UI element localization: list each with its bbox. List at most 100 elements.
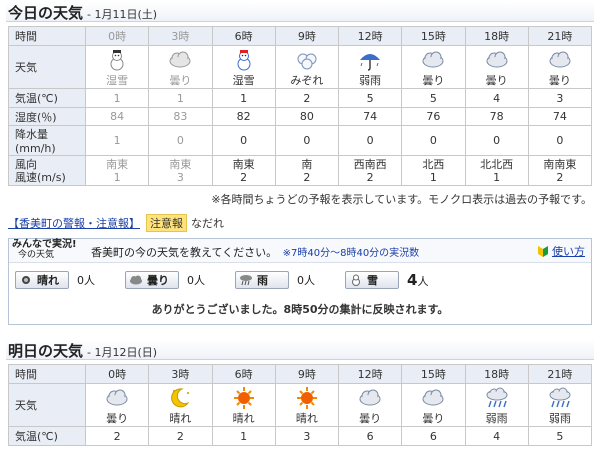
question-note: ※7時40分～8時40分の実況数 <box>282 248 420 259</box>
vote-count: 4人 <box>407 271 428 289</box>
weather-label-text: 弱雨 <box>359 74 382 87</box>
temp-cell: 1 <box>84 88 150 108</box>
thanks-message: ありがとうございました。8時50分の集計に反映されます。 <box>151 303 449 316</box>
hour-cell: 12時 <box>337 26 403 46</box>
wind-speed: 1 <box>429 170 437 184</box>
hour-cell: 21時 <box>527 364 593 384</box>
weather-label-text: 曇り <box>106 412 129 425</box>
rain-icon <box>240 275 252 286</box>
vote-group-rain: 雨 0人 <box>235 271 315 289</box>
howto-label: 使い方 <box>552 245 585 258</box>
minna-logo: みんなで実況! 今の天気 <box>12 240 77 261</box>
weather-label-text: 晴れ <box>232 412 255 425</box>
wind-speed: 1 <box>113 170 121 184</box>
vote-cloudy-button[interactable]: 曇り <box>125 271 179 289</box>
precip-label: 降水量(mm/h) <box>8 125 86 156</box>
vote-rain-button[interactable]: 雨 <box>235 271 289 289</box>
vote-unit: 人 <box>84 274 95 287</box>
temp-cell: 5 <box>337 88 403 108</box>
weather-cell: 弱雨 <box>464 383 529 427</box>
humidity-cell: 84 <box>84 107 150 126</box>
humidity-label: 湿度(％) <box>8 107 86 126</box>
wind-dir-label: 風向 <box>15 157 37 171</box>
wind-speed: 2 <box>240 170 248 184</box>
weather-label-text: 湿雪 <box>106 74 129 87</box>
vote-count: 0人 <box>77 272 95 288</box>
today-wind-row: 風向 風速(m/s) 南東 1 南東 3 南東 2 南2 西南西 2 北西 1 北北西 1 … <box>8 155 593 186</box>
rain-icon <box>549 387 571 408</box>
hour-cell: 18時 <box>464 364 529 384</box>
vote-label: 雪 <box>367 274 378 287</box>
weather-cell: 曇り <box>337 383 403 427</box>
tomorrow-header: 明日の天気 - 1月12日(日) <box>6 340 594 360</box>
precip-cell: 0 <box>464 125 529 156</box>
weather-label-text: 曇り <box>359 412 382 425</box>
wind-cell: 南東 3 <box>148 155 213 186</box>
hour-cell: 21時 <box>527 26 593 46</box>
wind-label: 風向 風速(m/s) <box>8 155 86 186</box>
vote-unit: 人 <box>417 275 429 288</box>
temp-cell: 6 <box>337 426 403 446</box>
cloudy-icon <box>422 51 444 68</box>
weather-label-text: 曇り <box>422 412 445 425</box>
wind-cell: 南東 1 <box>84 155 150 186</box>
moon-icon <box>171 388 190 408</box>
weather-cell: 弱雨 <box>527 383 593 427</box>
hour-cell: 12時 <box>337 364 403 384</box>
wind-dir: 北西 <box>422 157 445 171</box>
vote-row: 晴れ 0人 曇り 0人 雨 0人 雪 4人 <box>15 271 458 289</box>
today-temp-row: 気温(℃) 1 1 1 2 5 5 4 3 <box>8 88 593 108</box>
weather-cell: 曇り <box>84 383 150 427</box>
vote-count-value: 4 <box>407 271 418 289</box>
wind-speed: 3 <box>176 170 184 184</box>
hours-label: 時間 <box>8 26 86 46</box>
vote-count: 0人 <box>187 272 205 288</box>
precip-cell: 0 <box>148 125 213 156</box>
snowman-icon <box>352 274 360 286</box>
temp-cell: 2 <box>84 426 150 446</box>
wind-dir: 南 <box>301 157 313 171</box>
vote-sunny-button[interactable]: 晴れ <box>15 271 69 289</box>
report-header: みんなで実況! 今の天気 香美町の今の天気を教えてください。 ※7時40分～8時… <box>9 239 591 263</box>
wind-cell: 北西 1 <box>401 155 466 186</box>
temp-cell: 2 <box>148 426 213 446</box>
warning-item: なだれ <box>191 217 224 230</box>
hour-cell: 6時 <box>211 26 276 46</box>
warning-link[interactable]: 【香美町の警報・注意報】 <box>8 215 140 231</box>
temp-cell: 4 <box>464 88 529 108</box>
wind-cell: 西南西 2 <box>337 155 403 186</box>
howto-link[interactable]: 使い方 <box>537 243 585 259</box>
temp-cell: 1 <box>211 88 276 108</box>
cloudy-icon <box>486 51 508 68</box>
tomorrow-date: - 1月12日(日) <box>87 346 158 359</box>
weather-cell: 曇り <box>148 45 213 89</box>
wind-speed: 2 <box>303 170 311 184</box>
weather-label-text: みぞれ <box>290 74 324 87</box>
vote-group-snow: 雪 4人 <box>345 271 428 289</box>
weather-cell: 湿雪 <box>211 45 276 89</box>
minna-line2: 今の天気 <box>18 250 55 260</box>
humidity-cell: 76 <box>401 107 466 126</box>
report-panel: みんなで実況! 今の天気 香美町の今の天気を教えてください。 ※7時40分～8時… <box>8 238 592 325</box>
temp-cell: 6 <box>401 426 466 446</box>
today-precip-row: 降水量(mm/h) 1 0 0 0 0 0 0 0 <box>8 125 593 156</box>
precip-cell: 0 <box>527 125 593 156</box>
today-header: 今日の天気 - 1月11日(土) <box>6 2 594 22</box>
temp-cell: 4 <box>464 426 529 446</box>
weather-label-text: 弱雨 <box>548 412 571 425</box>
beginner-mark-icon <box>538 245 548 257</box>
temp-label: 気温(℃) <box>8 426 86 446</box>
hour-cell: 15時 <box>401 26 466 46</box>
vote-count: 0人 <box>297 272 315 288</box>
temp-cell: 3 <box>274 426 340 446</box>
weather-label-text: 曇り <box>485 74 508 87</box>
sun-icon <box>296 387 317 409</box>
temp-label: 気温(℃) <box>8 88 86 108</box>
today-humidity-row: 湿度(％) 84 83 82 80 74 76 78 74 <box>8 107 593 126</box>
weather-cell: 湿雪 <box>84 45 150 89</box>
vote-snow-button[interactable]: 雪 <box>345 271 399 289</box>
today-date: - 1月11日(土) <box>87 8 158 21</box>
vote-label: 晴れ <box>37 274 59 287</box>
today-hours-row: 時間 0時 3時 6時 9時 12時 15時 18時 21時 <box>8 26 593 46</box>
temp-cell: 1 <box>211 426 276 446</box>
